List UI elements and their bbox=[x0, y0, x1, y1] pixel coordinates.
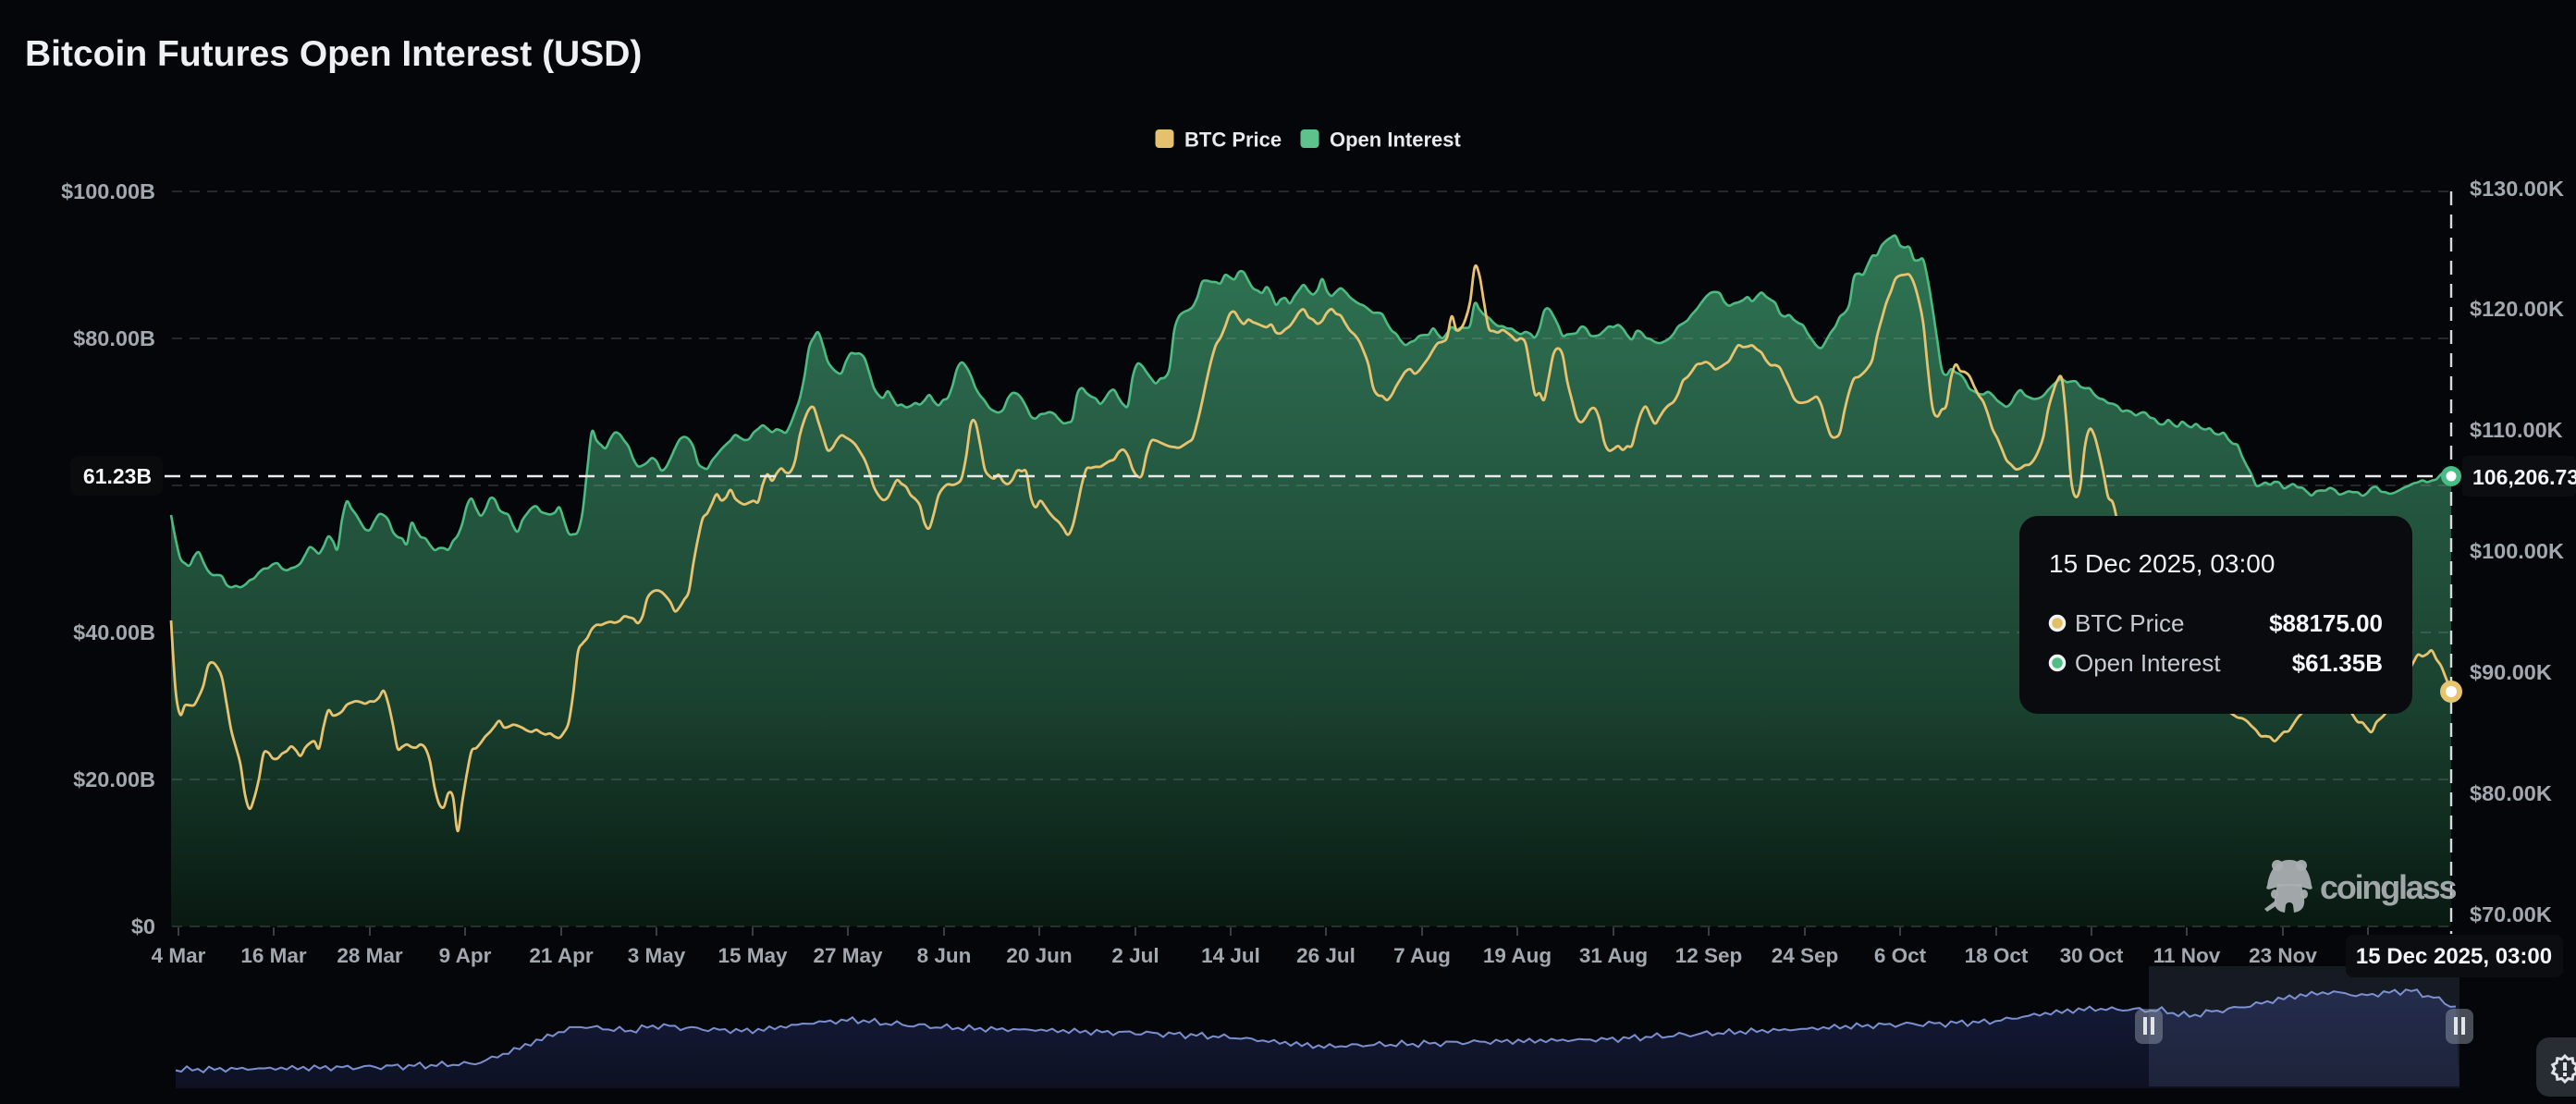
svg-text:21 Apr: 21 Apr bbox=[529, 944, 593, 967]
svg-text:3 May: 3 May bbox=[628, 944, 686, 967]
svg-text:20 Jun: 20 Jun bbox=[1006, 944, 1072, 967]
svg-text:15 May: 15 May bbox=[718, 944, 788, 967]
svg-text:30 Oct: 30 Oct bbox=[2060, 944, 2124, 967]
svg-text:$130.00K: $130.00K bbox=[2470, 177, 2564, 201]
svg-text:$61.35B: $61.35B bbox=[2292, 649, 2383, 677]
svg-text:15 Dec 2025, 03:00: 15 Dec 2025, 03:00 bbox=[2049, 549, 2275, 578]
svg-text:BTC Price: BTC Price bbox=[1184, 129, 1282, 152]
svg-text:$0: $0 bbox=[131, 914, 155, 938]
svg-text:15 Dec 2025, 03:00: 15 Dec 2025, 03:00 bbox=[2356, 944, 2552, 969]
svg-text:Open Interest: Open Interest bbox=[2075, 649, 2221, 677]
svg-text:$80.00B: $80.00B bbox=[73, 326, 155, 350]
svg-text:106,206.73: 106,206.73 bbox=[2472, 465, 2576, 489]
svg-text:6 Oct: 6 Oct bbox=[1874, 944, 1927, 967]
svg-text:$70.00K: $70.00K bbox=[2470, 902, 2552, 926]
svg-text:$20.00B: $20.00B bbox=[73, 767, 155, 791]
svg-text:$110.00K: $110.00K bbox=[2470, 418, 2563, 442]
svg-text:11 Nov: 11 Nov bbox=[2153, 944, 2221, 967]
svg-text:14 Jul: 14 Jul bbox=[1201, 944, 1260, 967]
svg-text:28 Mar: 28 Mar bbox=[337, 944, 403, 967]
svg-text:9 Apr: 9 Apr bbox=[439, 944, 492, 967]
svg-text:$120.00K: $120.00K bbox=[2470, 297, 2564, 321]
svg-text:Bitcoin Futures Open Interest: Bitcoin Futures Open Interest (USD) bbox=[25, 34, 642, 74]
svg-text:27 May: 27 May bbox=[813, 944, 883, 967]
svg-text:61.23B: 61.23B bbox=[83, 464, 152, 488]
svg-text:$88175.00: $88175.00 bbox=[2269, 609, 2383, 637]
svg-text:19 Aug: 19 Aug bbox=[1483, 944, 1552, 967]
svg-text:2 Jul: 2 Jul bbox=[1111, 944, 1159, 967]
svg-text:7 Aug: 7 Aug bbox=[1393, 944, 1451, 967]
svg-text:4 Mar: 4 Mar bbox=[152, 944, 206, 967]
svg-text:23 Nov: 23 Nov bbox=[2249, 944, 2317, 967]
svg-text:18 Oct: 18 Oct bbox=[1965, 944, 2029, 967]
svg-text:$100.00K: $100.00K bbox=[2470, 539, 2564, 563]
svg-text:12 Sep: 12 Sep bbox=[1675, 944, 1743, 967]
svg-text:$90.00K: $90.00K bbox=[2470, 660, 2552, 684]
svg-text:BTC Price: BTC Price bbox=[2075, 609, 2184, 637]
svg-text:31 Aug: 31 Aug bbox=[1579, 944, 1648, 967]
svg-text:16 Mar: 16 Mar bbox=[240, 944, 307, 967]
svg-text:24 Sep: 24 Sep bbox=[1772, 944, 1839, 967]
svg-text:Open Interest: Open Interest bbox=[1330, 129, 1461, 152]
svg-text:26 Jul: 26 Jul bbox=[1296, 944, 1355, 967]
svg-text:$100.00B: $100.00B bbox=[61, 179, 155, 203]
svg-text:$40.00B: $40.00B bbox=[73, 620, 155, 644]
svg-text:8 Jun: 8 Jun bbox=[917, 944, 972, 967]
svg-text:$80.00K: $80.00K bbox=[2470, 781, 2552, 805]
svg-text:coinglass: coinglass bbox=[2320, 868, 2456, 906]
